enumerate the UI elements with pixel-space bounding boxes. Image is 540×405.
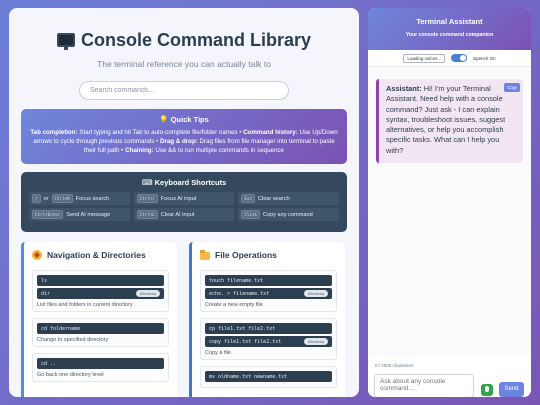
quick-tips-card: 💡 Quick Tips Tab completion: Start typin… (21, 109, 347, 164)
shortcut-clear-search: Esc Clear search (238, 192, 339, 205)
speech-label: Speech On (473, 55, 496, 61)
command-description: Go back one directory level (37, 372, 104, 378)
command-card[interactable]: cp file1.txt file2.txt copy file1.txt fi… (200, 318, 337, 360)
windows-badge: Windows (303, 290, 328, 297)
command-card[interactable]: cd foldername Change to specified direct… (32, 318, 169, 347)
shortcut-key: / (32, 194, 41, 203)
monitor-icon (56, 33, 75, 50)
assistant-message: Copy Assistant: Hi! I'm your Terminal As… (376, 79, 523, 163)
command-library-panel: Console Command Library The terminal ref… (9, 8, 359, 397)
shortcuts-grid: / or Ctrl+K Focus search Ctrl+/Focus AI inp… (29, 192, 339, 221)
assistant-title: Terminal Assistant (416, 17, 483, 26)
shortcut-key: Click (241, 210, 260, 219)
assistant-input[interactable] (374, 374, 474, 397)
command-description: List files and folders in current direct… (37, 302, 133, 308)
message-text: Hi! I'm your Terminal Assistant. Need he… (386, 84, 506, 155)
command-code[interactable]: ls (37, 275, 164, 286)
microphone-icon[interactable] (481, 384, 493, 396)
command-code[interactable]: dir Windows (37, 288, 164, 299)
char-count: 0 / 2500 characters (375, 363, 414, 368)
shortcut-key: Ctrl+K (51, 194, 73, 203)
command-code[interactable]: cd foldername (37, 323, 164, 334)
page-subtitle: The terminal reference you can actually … (97, 59, 271, 69)
compass-icon (32, 250, 42, 260)
voice-select[interactable]: Loading voices... (403, 53, 446, 63)
shortcut-key: Ctrl+Enter (32, 210, 64, 219)
shortcuts-heading: ⌨ Keyboard Shortcuts (141, 178, 227, 187)
command-card[interactable]: ls dir Windows List files and folders in … (32, 270, 169, 312)
shortcut-copy-command: Click Copy any command (238, 208, 339, 221)
assistant-subtitle: Your console command companion (405, 32, 494, 38)
keyboard-shortcuts-card: ⌨ Keyboard Shortcuts / or Ctrl+K Focus sear… (21, 172, 347, 232)
search-input[interactable] (79, 81, 289, 100)
category-title: File Operations (200, 249, 337, 260)
command-code[interactable]: echo. > filename.txt Windows (205, 288, 332, 299)
folder-icon (200, 249, 210, 260)
shortcut-focus-search: / or Ctrl+K Focus search (29, 192, 130, 205)
category-navigation: Navigation & Directories ls dir Windows L… (21, 242, 177, 397)
category-title: Navigation & Directories (32, 250, 169, 260)
shortcut-key: Esc (241, 194, 255, 203)
command-card[interactable]: touch filename.txt echo. > filename.txt W… (200, 270, 337, 312)
windows-badge: Windows (135, 290, 160, 297)
command-card[interactable]: cd .. Go back one directory level (32, 353, 169, 382)
command-code[interactable]: copy file1.txt file2.txt Windows (205, 336, 332, 347)
copy-button[interactable]: Copy (504, 83, 520, 92)
command-code[interactable]: cp file1.txt file2.txt (205, 323, 332, 334)
shortcut-key: Ctrl+/ (136, 194, 158, 203)
shortcut-clear-ai: Ctrl+L Clear AI input (133, 208, 235, 221)
chat-messages: Copy Assistant: Hi! I'm your Terminal As… (368, 67, 531, 357)
speech-toggle[interactable] (451, 54, 468, 62)
page-title: Console Command Library (9, 30, 359, 51)
quick-tips-text: Tab completion: Start typing and hit Tab… (30, 129, 338, 154)
assistant-controls: Loading voices... Speech On (368, 50, 531, 67)
shortcut-key: Ctrl+L (136, 210, 158, 219)
command-code[interactable]: mv oldname.txt newname.txt (205, 371, 332, 382)
command-description: Copy a file (205, 350, 231, 356)
terminal-assistant-panel: Terminal Assistant Your console command … (368, 8, 531, 397)
command-card[interactable]: mv oldname.txt newname.txt (200, 366, 337, 388)
shortcut-send-ai: Ctrl+Enter Send AI message (29, 208, 130, 221)
command-code[interactable]: cd .. (37, 358, 164, 369)
command-description: Change to specified directory (37, 337, 109, 343)
quick-tips-heading: 💡 Quick Tips (159, 115, 209, 124)
category-file-operations: File Operations touch filename.txt echo.… (189, 242, 345, 397)
shortcut-focus-ai: Ctrl+/Focus AI input (133, 192, 235, 205)
message-sender: Assistant: (386, 84, 422, 93)
windows-badge: Windows (303, 338, 328, 345)
send-button[interactable]: Send (499, 382, 524, 397)
command-description: Create a new empty file (205, 302, 263, 308)
assistant-header: Terminal Assistant Your console command … (368, 8, 531, 50)
command-code[interactable]: touch filename.txt (205, 275, 332, 286)
